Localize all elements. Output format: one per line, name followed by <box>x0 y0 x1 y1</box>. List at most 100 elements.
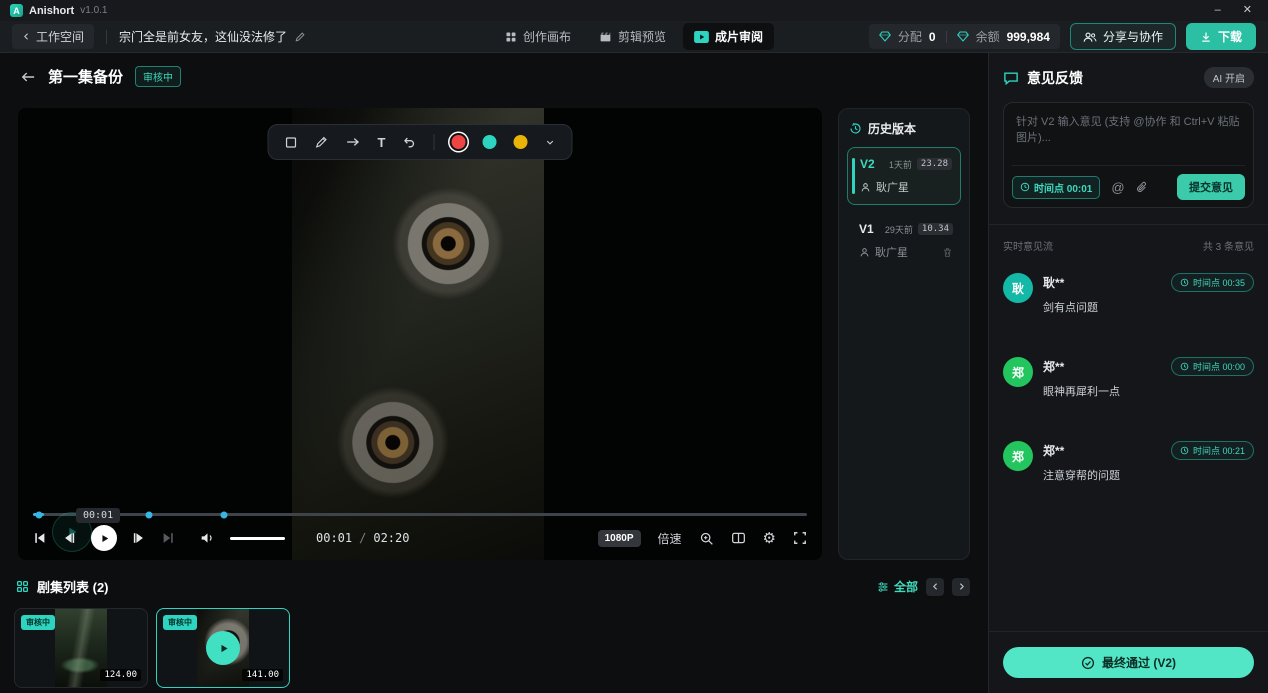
allocation-label: 分配 <box>898 28 922 45</box>
undo-icon[interactable] <box>402 135 416 149</box>
comment-input-card: 时间点 00:01 @ 提交意见 <box>1003 102 1254 208</box>
ai-toggle-badge[interactable]: AI 开启 <box>1204 67 1254 88</box>
history-icon <box>849 122 862 135</box>
gem-icon <box>957 31 969 42</box>
edit-title-button[interactable] <box>294 31 306 43</box>
comment-timestamp-chip[interactable]: 时间点 00:00 <box>1171 357 1254 376</box>
delete-version-button[interactable] <box>942 247 953 258</box>
avatar: 郑 <box>1003 357 1033 387</box>
pill-divider <box>946 31 947 43</box>
play-overlay-button[interactable] <box>206 631 240 665</box>
episode-card-2-selected[interactable]: 审核中 141.00 <box>156 608 290 688</box>
workspace-back-button[interactable]: 工作空间 <box>12 24 94 49</box>
split-view-button[interactable] <box>731 531 746 545</box>
skip-start-button[interactable] <box>33 531 47 545</box>
app-version: v1.0.1 <box>80 5 107 16</box>
share-label: 分享与协作 <box>1103 28 1163 45</box>
gem-icon <box>879 31 891 42</box>
paperclip-icon <box>1136 181 1149 194</box>
clock-icon <box>1020 182 1030 192</box>
prev-page-button[interactable] <box>926 578 944 596</box>
clock-icon <box>1180 362 1189 371</box>
comment-marker[interactable] <box>221 511 228 518</box>
allocation-value: 0 <box>929 30 936 44</box>
version-author: 耿广星 <box>876 179 909 195</box>
next-page-button[interactable] <box>952 578 970 596</box>
balance-value: 999,984 <box>1007 30 1050 44</box>
submit-comment-button[interactable]: 提交意见 <box>1177 174 1245 200</box>
episode-thumbnail <box>55 609 107 687</box>
version-item-v2[interactable]: V2 1天前 23.28 耿广星 <box>847 147 961 205</box>
volume-slider[interactable] <box>230 537 285 540</box>
color-teal-swatch[interactable] <box>482 135 496 149</box>
episode-card-1[interactable]: 审核中 124.00 <box>14 608 148 688</box>
frame-back-button[interactable] <box>62 531 76 545</box>
time-tooltip: 00:01 <box>76 508 120 523</box>
credits-pill[interactable]: 分配 0 余额 999,984 <box>869 24 1060 49</box>
final-approve-button[interactable]: 最终通过 (V2) <box>1003 647 1254 678</box>
fullscreen-button[interactable] <box>793 531 807 545</box>
episode-title: 第一集备份 <box>48 66 123 87</box>
status-badge: 审核中 <box>135 66 181 87</box>
annotation-toolbar: T <box>268 124 573 160</box>
close-button[interactable]: ✕ <box>1243 5 1252 16</box>
comment-bubble-icon <box>1003 71 1019 85</box>
filter-all-button[interactable]: 全部 <box>877 578 918 595</box>
settings-button[interactable]: ⚙ <box>763 531 776 546</box>
comment-item[interactable]: 耿 耿** 时间点 00:35 剑有点问题 <box>1003 273 1254 315</box>
pen-tool-icon[interactable] <box>315 135 329 149</box>
comment-text: 注意穿帮的问题 <box>1043 467 1254 483</box>
text-tool-icon[interactable]: T <box>378 136 386 149</box>
volume-button[interactable] <box>200 531 215 545</box>
version-time: 1天前 <box>889 158 912 171</box>
share-collaborate-button[interactable]: 分享与协作 <box>1070 23 1176 50</box>
feedback-sidebar: 意见反馈 AI 开启 时间点 00:01 @ 提交意见 实时意见流 共 3 条意… <box>988 53 1268 693</box>
header-divider <box>106 30 107 44</box>
chevron-left-icon <box>931 582 940 591</box>
version-item-v1[interactable]: V1 29天前 10.34 耿广星 <box>847 213 961 269</box>
comment-input[interactable] <box>1004 103 1253 161</box>
tab-final-review[interactable]: 成片审阅 <box>683 23 774 50</box>
progress-track[interactable] <box>33 513 807 516</box>
episodes-title: 剧集列表 (2) <box>37 577 109 596</box>
comment-marker[interactable] <box>36 511 43 518</box>
comment-timestamp-chip[interactable]: 时间点 00:35 <box>1171 273 1254 292</box>
arrow-tool-icon[interactable] <box>346 136 361 148</box>
play-button[interactable] <box>91 525 117 551</box>
timestamp-label: 时间点 00:01 <box>1034 180 1092 195</box>
comment-item[interactable]: 郑 郑** 时间点 00:00 眼神再犀利一点 <box>1003 357 1254 399</box>
frame-forward-button[interactable] <box>132 531 146 545</box>
tab-edit-preview[interactable]: 剪辑预览 <box>588 23 677 50</box>
trash-icon <box>942 247 953 258</box>
tab-creation-canvas[interactable]: 创作画布 <box>494 23 582 50</box>
timestamp-chip[interactable]: 时间点 00:01 <box>1012 176 1100 199</box>
zoom-in-button[interactable] <box>699 531 714 546</box>
mode-tabs: 创作画布 剪辑预览 成片审阅 <box>494 23 774 50</box>
minimize-button[interactable]: – <box>1215 5 1221 16</box>
arrow-left-icon <box>20 70 36 84</box>
version-author: 耿广星 <box>875 244 908 260</box>
check-circle-icon <box>1081 656 1095 670</box>
comment-item[interactable]: 郑 郑** 时间点 00:21 注意穿帮的问题 <box>1003 441 1254 483</box>
chevron-right-icon <box>957 582 966 591</box>
footer-divider <box>989 631 1268 632</box>
color-red-swatch[interactable] <box>451 135 465 149</box>
attach-button[interactable] <box>1136 181 1149 194</box>
back-button[interactable] <box>20 70 36 84</box>
rect-tool-icon[interactable] <box>285 136 298 149</box>
speed-button[interactable]: 倍速 <box>658 530 682 547</box>
chevron-down-icon[interactable] <box>544 137 555 148</box>
comment-marker[interactable] <box>146 511 153 518</box>
download-button[interactable]: 下载 <box>1186 23 1256 50</box>
skip-end-button[interactable] <box>161 531 175 545</box>
grid-icon <box>505 31 517 43</box>
comment-timestamp-chip[interactable]: 时间点 00:21 <box>1171 441 1254 460</box>
mention-button[interactable]: @ <box>1111 181 1124 194</box>
color-yellow-swatch[interactable] <box>513 135 527 149</box>
video-frame <box>292 108 544 560</box>
video-player[interactable]: T 00:01 <box>18 108 822 560</box>
filter-label: 全部 <box>894 578 918 595</box>
comment-list: 耿 耿** 时间点 00:35 剑有点问题 郑 郑** <box>1003 273 1254 483</box>
quality-badge[interactable]: 1080P <box>598 530 641 547</box>
version-size-badge: 23.28 <box>917 158 952 170</box>
